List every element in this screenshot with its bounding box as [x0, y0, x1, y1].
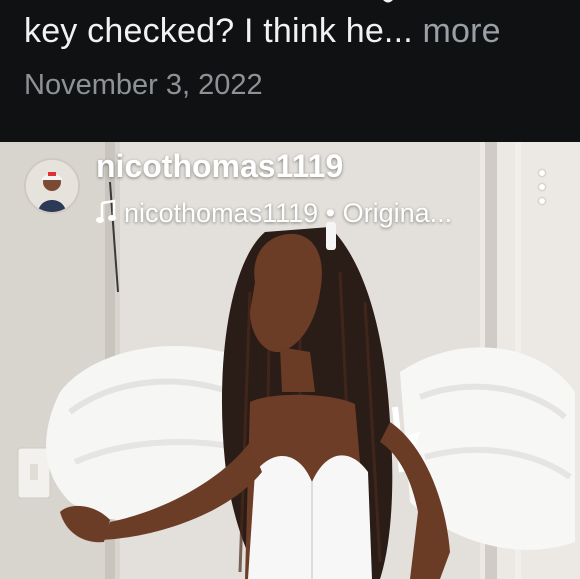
caption-previous-line-fragment	[383, 0, 393, 3]
music-note-icon	[96, 199, 116, 223]
caption-more-link[interactable]: more	[423, 12, 501, 50]
post-caption-area: key checked? I think he... more November…	[0, 0, 580, 142]
audio-label: nicothomas1119 • Origina...	[124, 198, 453, 228]
caption-text: key checked? I think he... more	[24, 12, 501, 51]
post-date: November 3, 2022	[24, 69, 263, 101]
post-username[interactable]: nicothomas1119	[96, 148, 343, 185]
avatar[interactable]	[24, 158, 80, 214]
post-header: nicothomas1119 nicothomas1119 • Origina.…	[0, 142, 580, 232]
avatar-image	[26, 160, 78, 212]
more-vertical-icon[interactable]	[530, 170, 554, 204]
audio-attribution[interactable]: nicothomas1119 • Origina...	[96, 198, 452, 229]
caption-body: key checked? I think he...	[24, 12, 413, 50]
